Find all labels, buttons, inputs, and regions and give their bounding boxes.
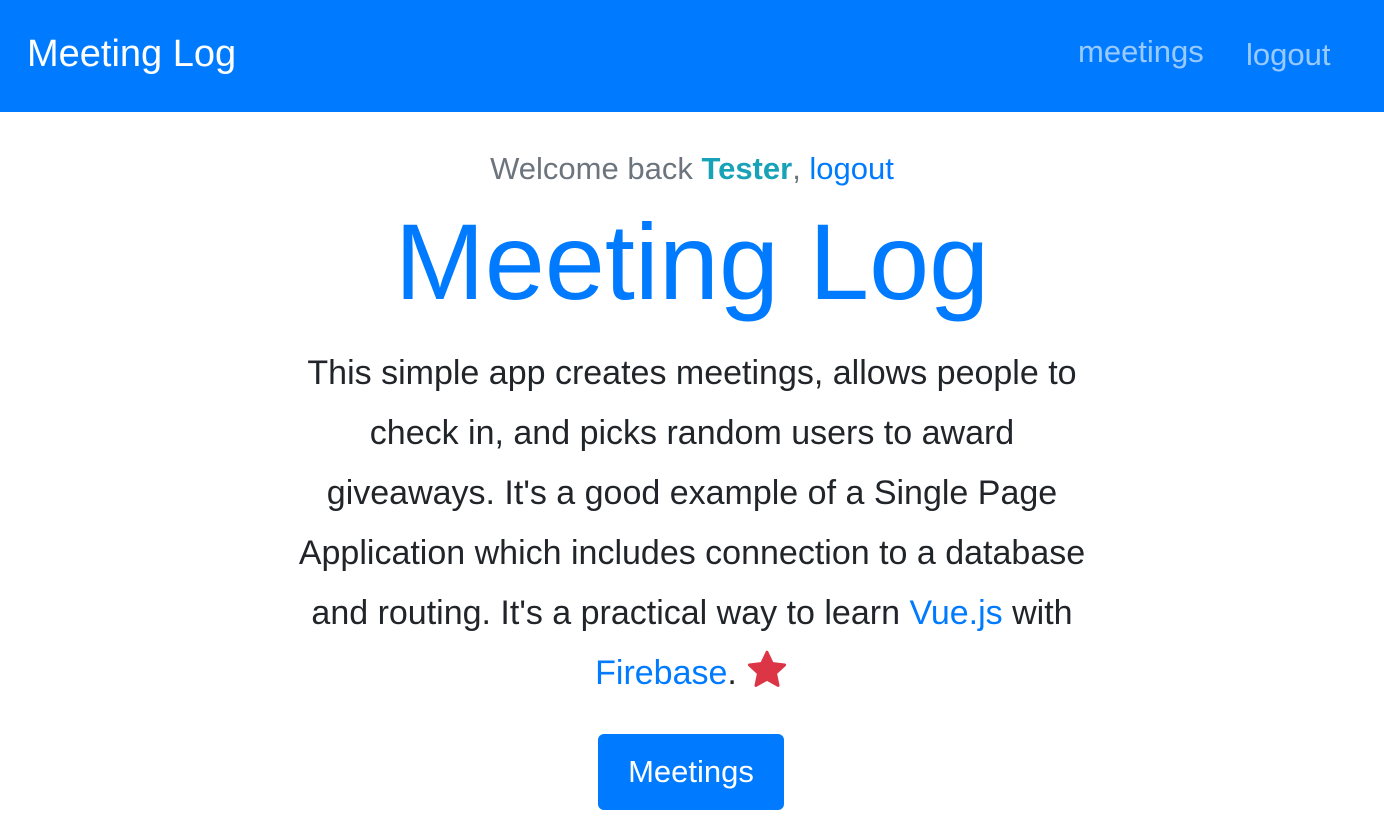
nav-meetings-link[interactable]: meetings xyxy=(1078,32,1204,72)
period-text: . xyxy=(727,654,737,692)
star-icon xyxy=(745,649,789,709)
top-navbar: Meeting Log meetings logout xyxy=(0,0,1384,112)
nav-logout-link[interactable]: logout xyxy=(1246,35,1330,75)
firebase-link[interactable]: Firebase xyxy=(595,654,727,692)
user-name: Tester xyxy=(701,151,793,186)
app-description: This simple app creates meetings, allows… xyxy=(292,343,1092,709)
brand-link[interactable]: Meeting Log xyxy=(27,31,236,77)
vue-link[interactable]: Vue.js xyxy=(909,594,1002,632)
welcome-message: Welcome back Tester, logout xyxy=(0,150,1384,188)
description-text: This simple app creates meetings, allows… xyxy=(298,354,1086,632)
welcome-prefix: Welcome back xyxy=(490,151,702,186)
with-text: with xyxy=(1002,594,1073,632)
page-title: Meeting Log xyxy=(394,201,990,322)
welcome-logout-link[interactable]: logout xyxy=(809,151,893,186)
welcome-separator: , xyxy=(792,151,810,186)
meetings-button[interactable]: Meetings xyxy=(598,734,784,810)
